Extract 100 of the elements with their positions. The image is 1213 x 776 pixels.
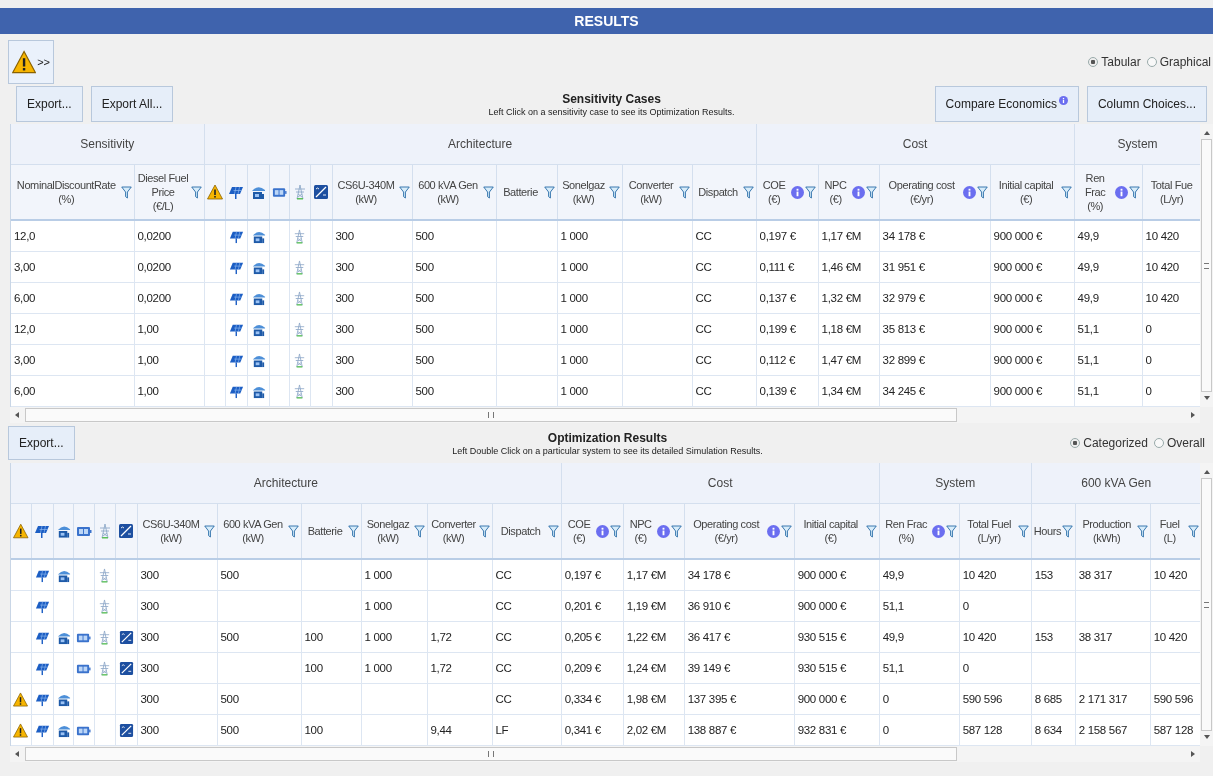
filter-icon[interactable] xyxy=(347,524,359,538)
column-header: Batterie xyxy=(306,524,344,538)
table-cell: 1,17 €M xyxy=(623,559,685,591)
column-header: Hours xyxy=(1033,524,1061,538)
filter-icon[interactable] xyxy=(865,524,877,538)
filter-icon[interactable] xyxy=(804,185,816,199)
column-header: Ren Frac (%) xyxy=(884,517,929,545)
table-cell: 900 000 € xyxy=(990,313,1075,345)
column-header: Initial capital (€) xyxy=(802,517,859,545)
radio-button[interactable]: Categorized xyxy=(1070,436,1148,450)
vertical-scrollbar[interactable] xyxy=(1200,463,1213,746)
filter-icon[interactable] xyxy=(478,524,490,538)
table-cell: 300 xyxy=(137,621,217,653)
table-cell: 500 xyxy=(412,282,496,314)
table-cell: LF xyxy=(492,714,562,746)
horizontal-scrollbar[interactable] xyxy=(10,407,1200,423)
table-cell: 1,00 xyxy=(134,344,204,376)
table-cell: 49,9 xyxy=(1074,282,1143,314)
table-cell: 500 xyxy=(412,313,496,345)
filter-icon[interactable] xyxy=(1136,524,1148,538)
section-hint: Left Click on a sensitivity case to see its Optimization Results. xyxy=(487,106,736,117)
vertical-scrollbar[interactable] xyxy=(1200,124,1213,407)
filter-icon[interactable] xyxy=(120,185,132,199)
filter-icon[interactable] xyxy=(1062,524,1073,538)
filter-icon[interactable] xyxy=(190,185,202,199)
table-cell: 0,197 € xyxy=(561,559,624,591)
filter-icon[interactable] xyxy=(543,185,555,199)
export-button[interactable]: Export All... xyxy=(90,86,174,122)
column-header: Operating cost (€/yr) xyxy=(692,517,761,545)
column-header: 600 kVA Gen (kW) xyxy=(417,178,479,206)
table-cell: 10 420 xyxy=(959,621,1032,653)
table-cell: 1,72 xyxy=(427,652,492,684)
table-cell: 0,209 € xyxy=(561,652,624,684)
table-cell: 12,0 xyxy=(11,313,134,345)
column-header: Fuel (L) xyxy=(1158,517,1181,545)
table-cell: 36 417 € xyxy=(684,621,795,653)
table-cell: 9,44 xyxy=(427,714,492,746)
filter-icon[interactable] xyxy=(547,524,559,538)
filter-icon[interactable] xyxy=(1128,185,1140,199)
filter-icon[interactable] xyxy=(203,524,215,538)
table-cell: 0,112 € xyxy=(756,344,819,376)
table-cell: 0,0200 xyxy=(134,282,204,314)
table-cell: CC xyxy=(692,282,757,314)
table-cell: 900 000 € xyxy=(990,220,1075,252)
table-cell: 8 685 xyxy=(1031,683,1076,715)
table-cell: 51,1 xyxy=(1074,375,1143,407)
table-cell: 31 951 € xyxy=(879,251,991,283)
button[interactable]: Compare Economics xyxy=(934,86,1079,122)
filter-icon[interactable] xyxy=(1017,524,1029,538)
table-cell: 1,17 €M xyxy=(818,220,880,252)
filter-icon[interactable] xyxy=(742,185,754,199)
radio-button[interactable]: Overall xyxy=(1154,436,1205,450)
filter-icon[interactable] xyxy=(945,524,957,538)
radio-button[interactable]: Tabular xyxy=(1088,55,1141,69)
button[interactable]: Column Choices... xyxy=(1086,86,1207,122)
export-button[interactable]: Export... xyxy=(16,86,83,122)
filter-icon[interactable] xyxy=(670,524,682,538)
filter-icon[interactable] xyxy=(678,185,690,199)
filter-icon[interactable] xyxy=(413,524,425,538)
table-cell: 900 000 € xyxy=(794,559,880,591)
filter-icon[interactable] xyxy=(482,185,494,199)
table-cell: 500 xyxy=(217,683,301,715)
filter-icon[interactable] xyxy=(398,185,410,199)
column-header: NPC (€) xyxy=(823,178,848,206)
table-cell: 1,24 €M xyxy=(623,652,685,684)
group-header: Architecture xyxy=(11,463,562,504)
table-cell: 51,1 xyxy=(879,652,960,684)
filter-icon[interactable] xyxy=(865,185,877,199)
table-cell: 300 xyxy=(332,375,412,407)
table-cell: 1 000 xyxy=(361,590,427,622)
table-cell: 900 000 € xyxy=(990,375,1075,407)
horizontal-scrollbar[interactable] xyxy=(10,746,1200,762)
table-cell: CC xyxy=(492,683,562,715)
table-cell: 0,334 € xyxy=(561,683,624,715)
filter-icon[interactable] xyxy=(1060,185,1072,199)
table-cell: 34 178 € xyxy=(879,220,991,252)
table-cell: 1,00 xyxy=(134,375,204,407)
section-hint: Left Double Click on a particular system to see its detailed Simulation Results. xyxy=(451,445,764,456)
table-cell: 500 xyxy=(217,621,301,653)
filter-icon[interactable] xyxy=(609,524,621,538)
filter-icon[interactable] xyxy=(780,524,792,538)
table-cell: 900 000 € xyxy=(990,282,1075,314)
radio-button[interactable]: Graphical xyxy=(1146,55,1211,69)
filter-icon[interactable] xyxy=(287,524,299,538)
filter-icon[interactable] xyxy=(608,185,620,199)
export-button[interactable]: Export... xyxy=(8,426,75,460)
warning-button[interactable]: >> xyxy=(8,40,54,84)
table-cell: 2 158 567 xyxy=(1075,714,1151,746)
table-cell: 1,47 €M xyxy=(818,344,880,376)
table-cell: 1,98 €M xyxy=(623,683,685,715)
table-cell: 0,201 € xyxy=(561,590,624,622)
table-cell: CC xyxy=(692,251,757,283)
group-header: Cost xyxy=(561,463,880,504)
column-header: Diesel Fuel Price (€/L) xyxy=(136,171,190,213)
filter-icon[interactable] xyxy=(976,185,988,199)
table-cell: 300 xyxy=(332,251,412,283)
column-header: Total Fue (L/yr) xyxy=(1149,178,1194,206)
table-cell: 300 xyxy=(137,714,217,746)
column-header: Converter (kW) xyxy=(627,178,675,206)
table-cell: 12,0 xyxy=(11,220,134,252)
